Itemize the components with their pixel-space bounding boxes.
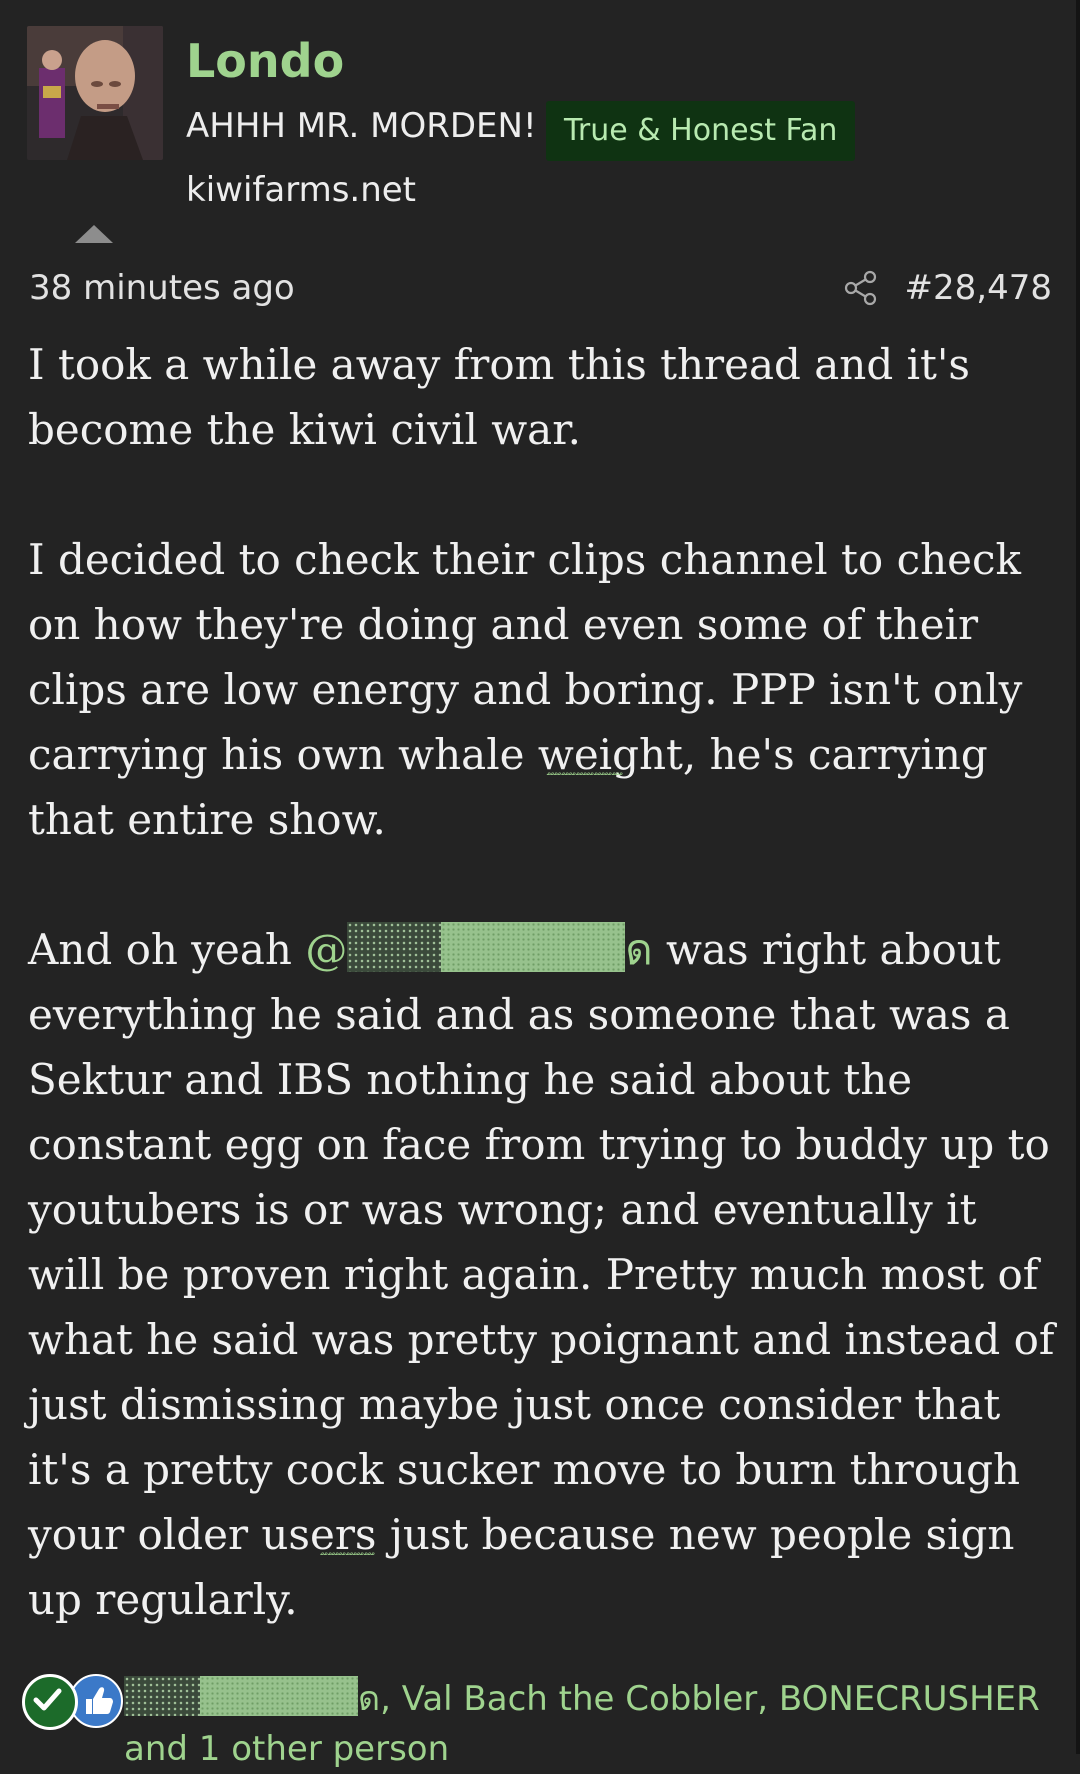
user-title: AHHH MR. MORDEN! [186, 106, 537, 146]
redacted-block [441, 922, 626, 972]
paragraph: I decided to check their clips channel t… [28, 535, 1023, 844]
reaction-others[interactable]: and 1 other person [124, 1729, 449, 1769]
zalgo-decoration: ุุุุุุุุุุุุุุุุุุุุุ [616, 776, 640, 936]
post-body: I took a while away from this thread and… [28, 332, 1058, 1632]
avatar[interactable] [27, 26, 163, 160]
arrow-up-icon[interactable] [75, 225, 113, 243]
post-number[interactable]: #28,478 [905, 268, 1052, 308]
paragraph-text: was right about everything he said and a… [28, 925, 1055, 1624]
paragraph: And oh yeah @ ด was right about everythin… [28, 917, 1058, 1632]
reactions-bar: ด, Val Bach the Cobbler, BONECRUSHER and … [22, 1640, 1062, 1769]
post-timestamp[interactable]: 38 minutes ago [29, 268, 295, 308]
reaction-user-list: ด, Val Bach the Cobbler, BONECRUSHER [358, 1679, 1040, 1719]
redacted-block [200, 1676, 358, 1716]
reaction-users[interactable]: ด, Val Bach the Cobbler, BONECRUSHER and … [124, 1674, 1064, 1774]
user-site: kiwifarms.net [186, 170, 417, 210]
username[interactable]: Londo [186, 34, 344, 88]
redacted-block [347, 922, 442, 972]
paragraph-text: And oh yeah [28, 925, 306, 974]
redacted-block [124, 1676, 200, 1716]
user-mention[interactable]: @ ด [305, 922, 653, 974]
mention-prefix: @ [305, 925, 348, 974]
user-badge: True & Honest Fan [546, 101, 856, 161]
paragraph: I took a while away from this thread and… [28, 340, 970, 454]
share-icon[interactable] [843, 269, 879, 307]
check-icon[interactable] [22, 1674, 78, 1730]
